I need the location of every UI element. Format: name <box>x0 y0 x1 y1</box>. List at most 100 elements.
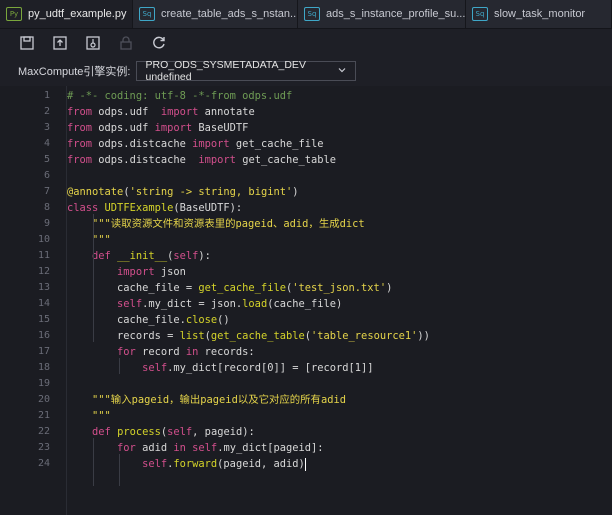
chevron-down-icon <box>337 65 347 78</box>
code-token: get_cache_file <box>229 138 324 150</box>
code-token: def <box>92 250 111 262</box>
code-line: @annotate('string -> string, bigint') <box>67 184 299 200</box>
line-number: 21 <box>37 410 50 421</box>
code-token: record <box>135 346 186 358</box>
code-token: (cache_file) <box>267 298 343 310</box>
tab-create-table[interactable]: Sq create_table_ads_s_nstan... <box>133 0 298 28</box>
line-number: 15 <box>37 314 50 325</box>
tab-label: create_table_ads_s_nstan... <box>161 8 298 20</box>
line-number: 24 <box>37 458 50 469</box>
line-number: 6 <box>43 170 50 181</box>
code-token: cache_file. <box>67 314 186 326</box>
indent-guide <box>119 358 120 374</box>
tab-label: slow_task_monitor <box>494 8 586 20</box>
text-cursor <box>304 457 306 471</box>
code-token: """读取资源文件和资源表里的pageid、adid，生成dict <box>92 218 365 230</box>
code-token: odps.distcache <box>92 154 199 166</box>
code-token: odps.udf <box>92 106 161 118</box>
line-number: 13 <box>37 282 50 293</box>
code-token: class <box>67 202 99 214</box>
code-token: __init__ <box>117 250 168 262</box>
line-number: 10 <box>37 234 50 245</box>
code-token: forward <box>173 458 218 470</box>
code-token: ) <box>386 282 393 294</box>
tab-ads-instance-profile[interactable]: Sq ads_s_instance_profile_su... <box>298 0 466 28</box>
code-token: .my_dict = json. <box>142 298 243 310</box>
code-token: close <box>185 314 218 326</box>
code-token: from <box>67 106 93 118</box>
save-button[interactable] <box>10 29 43 56</box>
code-token: import <box>154 122 193 134</box>
code-token: """ <box>92 234 111 246</box>
line-number: 23 <box>37 442 50 453</box>
lock-button[interactable] <box>109 29 142 56</box>
code-token: from <box>67 138 93 150</box>
code-token: in <box>173 442 186 454</box>
code-line: """输入pageid，输出pageid以及它对应的所有adid <box>67 392 346 408</box>
tab-bar: Py py_udtf_example.py Sq create_table_ad… <box>0 0 612 29</box>
python-file-icon: Py <box>6 7 22 21</box>
code-token: get_cache_table <box>210 330 305 342</box>
code-token: # -*- coding: utf-8 -*-from odps.udf <box>67 90 293 102</box>
line-number: 18 <box>37 362 50 373</box>
lock-icon <box>119 35 132 50</box>
code-token: () <box>217 314 230 326</box>
tab-slow-task-monitor[interactable]: Sq slow_task_monitor <box>466 0 612 28</box>
upload-icon <box>52 35 67 50</box>
code-line: """ <box>67 408 111 424</box>
save-icon <box>19 35 34 50</box>
code-line: records = list(get_cache_table('table_re… <box>67 328 430 344</box>
line-number: 1 <box>43 90 50 101</box>
code-token: """ <box>92 410 111 422</box>
code-token: self <box>142 362 168 374</box>
code-token: for <box>117 442 136 454</box>
instance-value: PRO_ODS_SYSMETADATA_DEV undefined <box>145 59 306 83</box>
line-number: 2 <box>43 106 50 117</box>
indent-guide <box>93 214 94 342</box>
code-token: @annotate <box>67 186 124 198</box>
code-token: (pageid, adid) <box>217 458 305 470</box>
code-token: get_cache_table <box>235 154 337 166</box>
instance-select[interactable]: PRO_ODS_SYSMETADATA_DEV undefined <box>136 59 357 83</box>
tab-py-udtf-example[interactable]: Py py_udtf_example.py <box>0 0 133 28</box>
code-token: (BaseUDTF): <box>173 202 243 214</box>
refresh-button[interactable] <box>142 29 175 56</box>
line-number: 4 <box>43 138 50 149</box>
sql-file-icon: Sq <box>304 7 320 21</box>
code-token: UDTFExample <box>104 202 174 214</box>
code-line: from odps.distcache import get_cache_fil… <box>67 136 324 152</box>
code-line: self.my_dict[record[0]] = [record[1]] <box>67 360 374 376</box>
code-line: cache_file.close() <box>67 312 230 328</box>
sql-file-icon: Sq <box>472 7 488 21</box>
refresh-icon <box>152 36 165 48</box>
code-token: BaseUDTF <box>192 122 249 134</box>
code-token: adid <box>135 442 174 454</box>
code-line: self.forward(pageid, adid) <box>67 456 306 472</box>
code-token: )) <box>417 330 430 342</box>
line-number: 22 <box>37 426 50 437</box>
run-icon <box>85 35 100 50</box>
code-token: list <box>179 330 205 342</box>
code-token: .my_dict[record[0]] = [record[1]] <box>167 362 374 374</box>
code-line: def process(self, pageid): <box>67 424 255 440</box>
code-line: """ <box>67 232 111 248</box>
run-button[interactable] <box>76 29 109 56</box>
code-editor[interactable]: 1 # -*- coding: utf-8 -*-from odps.udf 2 fr… <box>0 86 612 515</box>
code-token: cache_file = <box>67 282 199 294</box>
code-token: import <box>160 106 199 118</box>
line-number: 12 <box>37 266 50 277</box>
code-token: odps.distcache <box>92 138 193 150</box>
line-number: 11 <box>37 250 50 261</box>
code-token: self <box>167 426 193 438</box>
line-number: 3 <box>43 122 50 133</box>
instance-label: MaxCompute引擎实例: <box>18 66 131 78</box>
upload-button[interactable] <box>43 29 76 56</box>
code-token: in <box>185 346 199 358</box>
